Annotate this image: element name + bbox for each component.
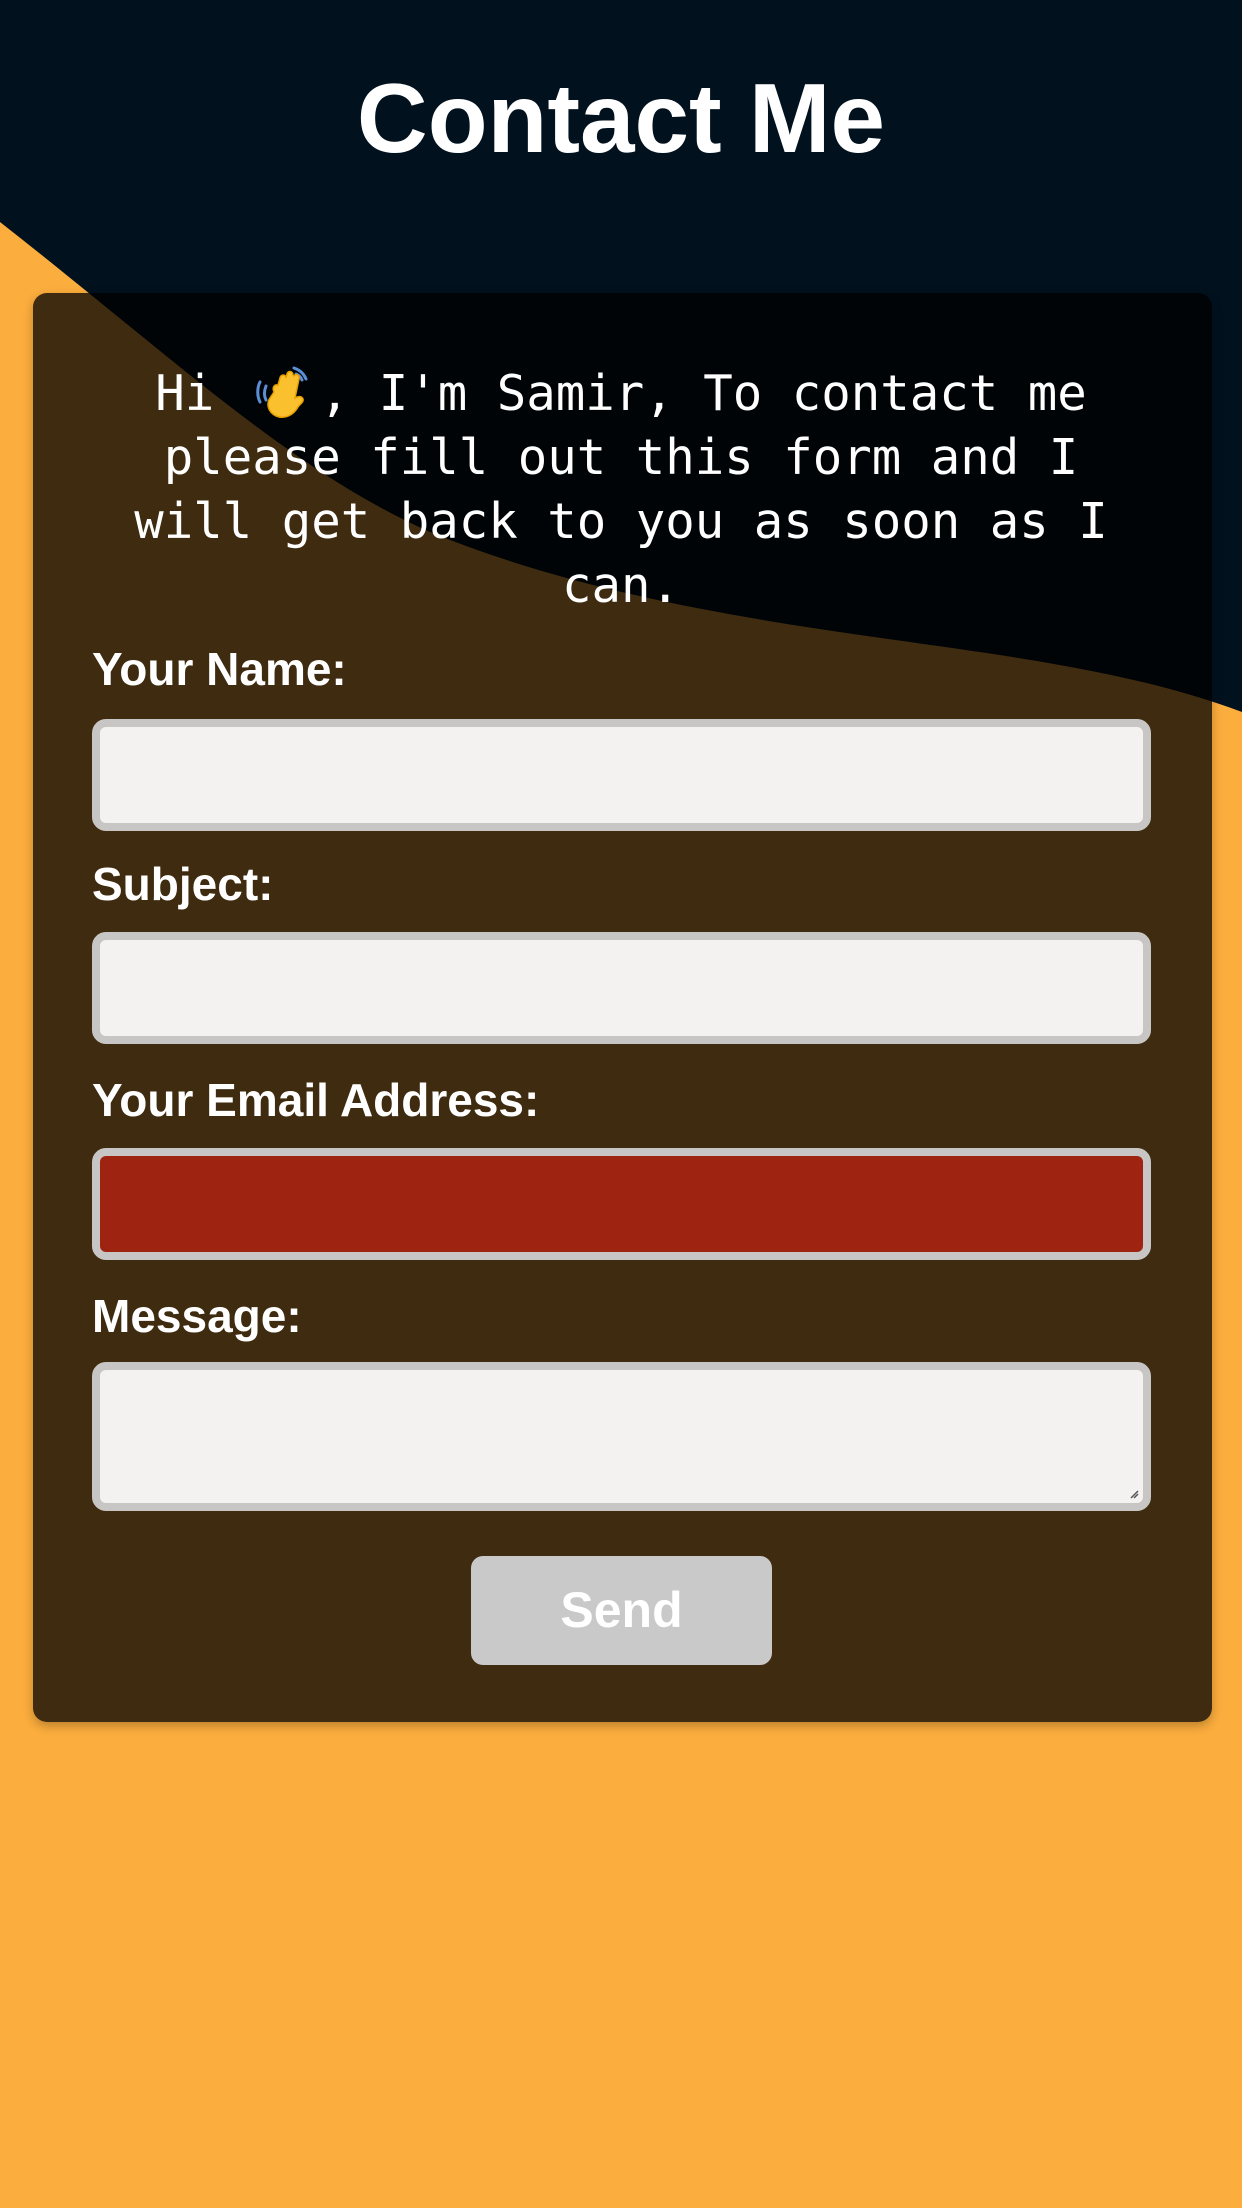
page-title: Contact Me — [356, 63, 886, 173]
message-textarea[interactable] — [92, 1362, 1151, 1511]
waving-hand-icon — [256, 366, 308, 419]
subject-label: Subject: — [92, 858, 274, 910]
message-label: Message: — [92, 1290, 302, 1342]
email-label: Your Email Address: — [92, 1074, 540, 1126]
intro-text: Hi , I'm Samir, To contact me please fil… — [92, 362, 1150, 618]
name-input[interactable] — [92, 719, 1151, 831]
resize-handle-icon[interactable] — [1129, 1489, 1139, 1499]
email-input[interactable] — [92, 1148, 1151, 1260]
send-button[interactable]: Send — [471, 1556, 772, 1665]
name-label: Your Name: — [92, 643, 347, 695]
subject-input[interactable] — [92, 932, 1151, 1044]
intro-greeting: Hi — [155, 365, 244, 422]
